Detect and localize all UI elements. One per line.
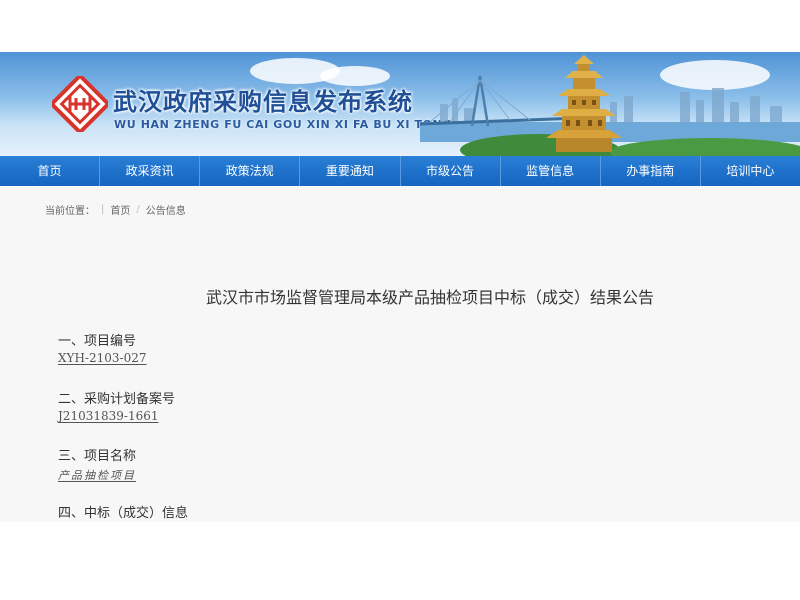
breadcrumb-separator: / (136, 204, 140, 215)
site-banner: 武汉政府采购信息发布系统 WU HAN ZHENG FU CAI GOU XIN… (0, 52, 800, 156)
section-heading-award-info: 四、中标（成交）信息 (58, 506, 189, 521)
nav-item-important-notices[interactable]: 重要通知 (299, 156, 399, 186)
page: 武汉政府采购信息发布系统 WU HAN ZHENG FU CAI GOU XIN… (0, 52, 800, 522)
nav-item-service-guide[interactable]: 办事指南 (599, 156, 700, 186)
section-heading-project-name: 三、项目名称 (58, 449, 137, 464)
main-navigation: 首页 政采资讯 政策法规 重要通知 市级公告 监管信息 办事指南 培训中心 (0, 156, 800, 186)
nav-item-city-announcements[interactable]: 市级公告 (399, 156, 500, 186)
section-heading-project-number: 一、项目编号 (58, 334, 137, 349)
breadcrumb-label: 当前位置： (45, 206, 95, 217)
section-heading-plan-record-number: 二、采购计划备案号 (58, 392, 176, 407)
site-title: 武汉政府采购信息发布系统 (113, 88, 413, 116)
site-subtitle: WU HAN ZHENG FU CAI GOU XIN XI FA BU XI … (114, 118, 452, 131)
nav-item-procurement-news[interactable]: 政采资讯 (99, 156, 199, 186)
nav-item-supervision[interactable]: 监管信息 (499, 156, 600, 186)
breadcrumb-home-link[interactable]: 首页 (110, 202, 130, 217)
breadcrumb-announcements-link[interactable]: 公告信息 (146, 202, 186, 217)
project-number-value: XYH-2103-027 (58, 351, 147, 365)
project-name-value: 产品抽检项目 (58, 469, 136, 482)
government-emblem-logo[interactable] (52, 76, 108, 132)
yellow-crane-tower-scenery (420, 55, 800, 156)
nav-item-policies[interactable]: 政策法规 (199, 156, 299, 186)
nav-item-training-center[interactable]: 培训中心 (699, 156, 800, 186)
article-title: 武汉市市场监督管理局本级产品抽检项目中标（成交）结果公告 (205, 288, 654, 307)
breadcrumb: 当前位置： | 首页 / 公告信息 (45, 202, 186, 217)
breadcrumb-separator: | (101, 204, 105, 215)
plan-record-number-value: J21031839-1661 (58, 409, 159, 423)
nav-item-home[interactable]: 首页 (0, 156, 99, 186)
